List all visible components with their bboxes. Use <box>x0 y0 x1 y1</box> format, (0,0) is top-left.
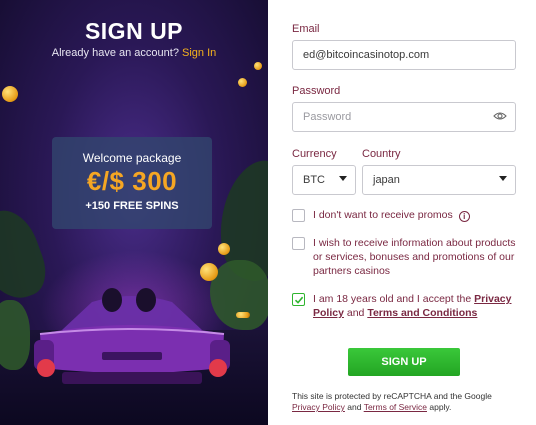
recaptcha-and: and <box>347 402 362 412</box>
have-account-label: Already have an account? <box>51 47 179 59</box>
palm-leaves-left-bottom <box>0 300 30 370</box>
password-label: Password <box>292 85 341 97</box>
email-value: ed@bitcoincasinotop.com <box>303 49 430 61</box>
email-label: Email <box>292 23 320 35</box>
country-value: japan <box>373 174 400 186</box>
password-field[interactable]: Password <box>292 102 516 132</box>
info-icon[interactable]: i <box>458 211 470 222</box>
welcome-package-box: Welcome package €/$ 300 +150 FREE SPINS <box>52 137 212 229</box>
signup-form: Email ed@bitcoincasinotop.com Password P… <box>268 0 536 425</box>
country-label: Country <box>362 148 401 160</box>
checkmark-icon <box>294 296 304 304</box>
recaptcha-terms-link[interactable]: Terms of Service <box>364 402 427 412</box>
recaptcha-privacy-link[interactable]: Privacy Policy <box>292 402 345 412</box>
currency-value: BTC <box>303 174 325 186</box>
recaptcha-prefix: This site is protected by reCAPTCHA and … <box>292 391 492 401</box>
chevron-down-icon <box>339 176 347 181</box>
age-terms-checkbox[interactable] <box>292 293 305 306</box>
coin-image <box>238 78 247 87</box>
coin-image <box>254 62 262 70</box>
free-spins-label: +150 FREE SPINS <box>85 200 179 212</box>
signup-button[interactable]: SIGN UP <box>348 348 460 376</box>
promo-panel: SIGN UP Already have an account? Sign In… <box>0 0 268 425</box>
car-illustration <box>34 288 230 384</box>
no-promos-label: I don't want to receive promos <box>313 209 453 221</box>
terms-link[interactable]: Terms and Conditions <box>367 307 477 319</box>
age-terms-prefix: I am 18 years old and I accept the <box>313 293 472 305</box>
recaptcha-notice: This site is protected by reCAPTCHA and … <box>292 391 522 413</box>
coin-image <box>218 243 230 255</box>
partner-info-text: I wish to receive information about prod… <box>313 237 516 277</box>
password-placeholder: Password <box>303 111 352 123</box>
partner-info-checkbox[interactable] <box>292 237 305 250</box>
recaptcha-suffix: apply. <box>429 402 452 412</box>
welcome-package-label: Welcome package <box>82 151 182 165</box>
signup-title: SIGN UP <box>84 18 184 44</box>
age-terms-and: and <box>346 307 365 319</box>
signin-link[interactable]: Sign In <box>182 47 216 59</box>
age-terms-text: I am 18 years old and I accept the Priva… <box>313 292 522 320</box>
no-promos-checkbox[interactable] <box>292 209 305 222</box>
coin-image <box>2 86 18 102</box>
coin-image <box>236 312 250 318</box>
currency-select[interactable]: BTC <box>292 165 356 195</box>
partner-info-row: I wish to receive information about prod… <box>292 236 522 278</box>
no-promos-text: I don't want to receive promos i <box>313 208 470 222</box>
currency-label: Currency <box>292 148 337 160</box>
welcome-package-amount: €/$ 300 <box>86 166 178 196</box>
country-select[interactable]: japan <box>362 165 516 195</box>
age-terms-row: I am 18 years old and I accept the Priva… <box>292 292 522 320</box>
eye-icon[interactable] <box>493 111 507 124</box>
email-field[interactable]: ed@bitcoincasinotop.com <box>292 40 516 70</box>
have-account-text: Already have an account? Sign In <box>0 47 268 59</box>
no-promos-row: I don't want to receive promos i <box>292 208 522 222</box>
chevron-down-icon <box>499 176 507 181</box>
